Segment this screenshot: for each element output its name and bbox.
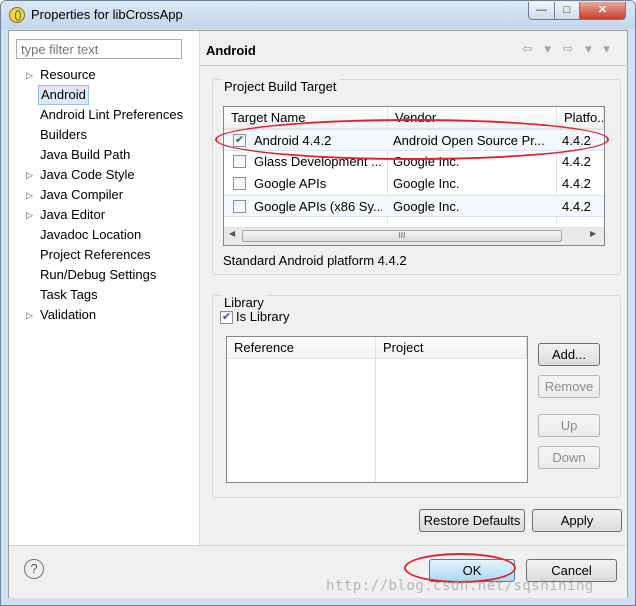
sidebar-item-label: Javadoc Location bbox=[40, 227, 142, 242]
sidebar-item-label: Validation bbox=[40, 307, 97, 322]
remove-library-button[interactable]: Remove bbox=[538, 375, 600, 398]
cell-platform: 4.4.2 bbox=[562, 176, 591, 191]
help-icon[interactable]: ? bbox=[24, 559, 44, 579]
sidebar-item-label: Task Tags bbox=[40, 287, 98, 302]
build-target-group-title: Project Build Target bbox=[222, 79, 339, 94]
title-bar[interactable]: Properties for libCrossApp — □ ✕ bbox=[1, 1, 635, 29]
library-group-title: Library bbox=[222, 295, 266, 310]
property-tree: ▷ Resource Android Android Lint Preferences… bbox=[9, 65, 199, 325]
sidebar-item-label: Builders bbox=[40, 127, 87, 142]
minimize-button[interactable]: — bbox=[528, 2, 555, 20]
annotation-oval-android-target bbox=[215, 119, 609, 160]
cell-platform: 4.4.2 bbox=[562, 154, 591, 169]
window-title: Properties for libCrossApp bbox=[31, 7, 183, 22]
sidebar-item-label: Java Editor bbox=[40, 207, 106, 222]
properties-dialog: Properties for libCrossApp — □ ✕ ▷ Resour… bbox=[0, 0, 636, 606]
eclipse-app-icon bbox=[9, 7, 25, 23]
scroll-thumb[interactable]: III bbox=[242, 230, 562, 242]
move-up-button[interactable]: Up bbox=[538, 414, 600, 437]
page-title: Android bbox=[206, 43, 256, 58]
table-row[interactable]: Google APIs (x86 Sy... Google Inc. 4.4.2 bbox=[224, 195, 604, 217]
build-target-group: Project Build Target Target Name Vendor … bbox=[212, 79, 621, 275]
sidebar-item-builders[interactable]: Builders bbox=[9, 125, 199, 145]
expand-arrow-icon[interactable]: ▷ bbox=[26, 185, 33, 205]
library-reference-table: Reference Project bbox=[226, 336, 528, 483]
expand-arrow-icon[interactable]: ▷ bbox=[26, 205, 33, 225]
table-row[interactable]: Google APIs Google Inc. 4.4.2 bbox=[224, 173, 604, 195]
dialog-client-area: ▷ Resource Android Android Lint Preferences… bbox=[8, 30, 628, 598]
column-project[interactable]: Project bbox=[376, 337, 527, 359]
cell-vendor: Google Inc. bbox=[393, 176, 460, 191]
sidebar-item-android-lint-preferences[interactable]: Android Lint Preferences bbox=[9, 105, 199, 125]
sidebar-item-run-debug-settings[interactable]: Run/Debug Settings bbox=[9, 265, 199, 285]
scroll-left-icon[interactable]: ◀ bbox=[229, 229, 235, 238]
column-divider bbox=[375, 337, 376, 482]
sidebar-item-project-references[interactable]: Project References bbox=[9, 245, 199, 265]
sidebar: ▷ Resource Android Android Lint Preferences… bbox=[9, 31, 200, 545]
cell-name: Google APIs (x86 Sy... bbox=[254, 199, 382, 214]
move-down-button[interactable]: Down bbox=[538, 446, 600, 469]
sidebar-item-task-tags[interactable]: Task Tags bbox=[9, 285, 199, 305]
scroll-right-icon[interactable]: ▶ bbox=[590, 229, 596, 238]
sidebar-item-javadoc-location[interactable]: Javadoc Location bbox=[9, 225, 199, 245]
filter-input[interactable] bbox=[16, 39, 182, 59]
add-library-button[interactable]: Add... bbox=[538, 343, 600, 366]
sidebar-item-java-editor[interactable]: ▷ Java Editor bbox=[9, 205, 199, 225]
sidebar-item-label: Resource bbox=[40, 67, 96, 82]
expand-arrow-icon[interactable]: ▷ bbox=[26, 65, 33, 85]
close-button[interactable]: ✕ bbox=[579, 2, 626, 20]
sidebar-item-label: Project References bbox=[40, 247, 151, 262]
library-group: Library ✔ Is Library Reference Project A… bbox=[212, 295, 621, 498]
sidebar-item-label: Java Code Style bbox=[40, 167, 135, 182]
horizontal-scrollbar[interactable]: ◀ III ▶ bbox=[224, 227, 604, 245]
is-library-label[interactable]: Is Library bbox=[236, 309, 289, 324]
is-library-checkbox[interactable]: ✔ bbox=[220, 311, 233, 324]
sidebar-item-java-code-style[interactable]: ▷ Java Code Style bbox=[9, 165, 199, 185]
sidebar-item-label: Run/Debug Settings bbox=[40, 267, 157, 282]
target-checkbox[interactable] bbox=[233, 177, 246, 190]
sidebar-item-label: Java Compiler bbox=[40, 187, 124, 202]
cell-vendor: Google Inc. bbox=[393, 199, 460, 214]
history-nav-buttons[interactable]: ⇦ ▾ ⇨ ▾ ▾ bbox=[522, 41, 614, 57]
maximize-button[interactable]: □ bbox=[554, 2, 580, 20]
android-page: Android ⇦ ▾ ⇨ ▾ ▾ Project Build Target T… bbox=[200, 31, 628, 545]
sidebar-item-java-compiler[interactable]: ▷ Java Compiler bbox=[9, 185, 199, 205]
expand-arrow-icon[interactable]: ▷ bbox=[26, 165, 33, 185]
sidebar-item-resource[interactable]: ▷ Resource bbox=[9, 65, 199, 85]
watermark-text: http://blog.csdn.net/sqshining bbox=[326, 578, 594, 594]
cell-platform: 4.4.2 bbox=[562, 199, 591, 214]
cell-name: Google APIs bbox=[254, 176, 327, 191]
sidebar-item-java-build-path[interactable]: Java Build Path bbox=[9, 145, 199, 165]
target-checkbox[interactable] bbox=[233, 155, 246, 168]
restore-defaults-button[interactable]: Restore Defaults bbox=[419, 509, 525, 532]
target-checkbox[interactable] bbox=[233, 200, 246, 213]
target-description: Standard Android platform 4.4.2 bbox=[223, 253, 407, 268]
column-reference[interactable]: Reference bbox=[227, 337, 376, 359]
sidebar-item-label: Android bbox=[38, 85, 89, 105]
sidebar-item-android[interactable]: Android bbox=[9, 85, 199, 105]
sidebar-item-label: Android Lint Preferences bbox=[40, 107, 184, 122]
expand-arrow-icon[interactable]: ▷ bbox=[26, 305, 33, 325]
sidebar-item-validation[interactable]: ▷ Validation bbox=[9, 305, 199, 325]
apply-button[interactable]: Apply bbox=[532, 509, 622, 532]
header-divider bbox=[200, 65, 628, 66]
sidebar-item-label: Java Build Path bbox=[40, 147, 131, 162]
